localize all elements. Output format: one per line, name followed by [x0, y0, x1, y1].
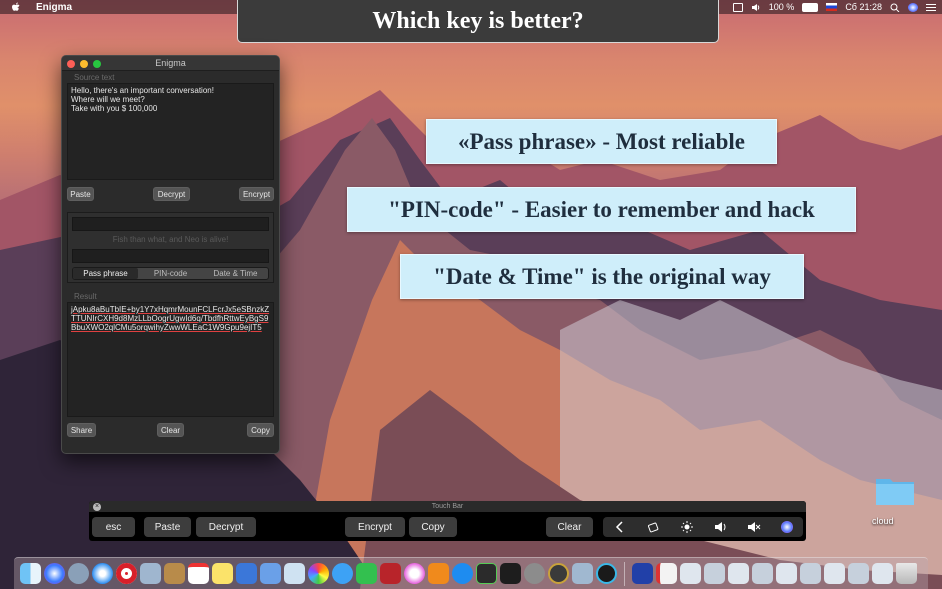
screenshot-file-icon[interactable]: [848, 563, 869, 584]
app-store-icon[interactable]: [452, 563, 473, 584]
touchbar-copy-button[interactable]: Copy: [409, 517, 457, 537]
screenshot-file-icon[interactable]: [872, 563, 893, 584]
touchbar-clear-button[interactable]: Clear: [546, 517, 593, 537]
touchbar-encrypt-button[interactable]: Encrypt: [345, 517, 405, 537]
apple-menu-icon[interactable]: [10, 1, 22, 13]
screenshot-file-icon[interactable]: [680, 563, 701, 584]
source-text-area[interactable]: Hello, there's an important conversation…: [67, 83, 274, 180]
folder-label[interactable]: cloud: [872, 516, 894, 526]
callout-pass-phrase: «Pass phrase» - Most reliable: [426, 119, 777, 164]
activity-monitor-icon[interactable]: [476, 563, 497, 584]
touch-bar-title: Touch Bar: [89, 501, 806, 512]
battery-percent[interactable]: 100 %: [769, 2, 795, 12]
enigma-window: Enigma Source text Hello, there's an imp…: [61, 55, 280, 454]
pass-phrase-input[interactable]: [72, 217, 269, 231]
monitor-icon[interactable]: [632, 563, 653, 584]
opera-icon[interactable]: [116, 563, 137, 584]
siri-icon[interactable]: [908, 2, 918, 12]
brightness-icon[interactable]: [680, 521, 694, 533]
siri-icon[interactable]: [44, 563, 65, 584]
compass-app-icon[interactable]: [548, 563, 569, 584]
callout-pin-code: "PIN-code" - Easier to remember and hack: [347, 187, 856, 232]
airplay-icon[interactable]: [732, 2, 743, 12]
mute-icon[interactable]: [747, 521, 761, 533]
tab-date-time[interactable]: Date & Time: [203, 268, 268, 279]
window-title: Enigma: [155, 58, 186, 68]
tab-pin-code[interactable]: PIN-code: [138, 268, 203, 279]
touch-bar-window: Touch Bar × esc Paste Decrypt Encrypt Co…: [89, 501, 806, 541]
paste-button[interactable]: Paste: [67, 187, 94, 201]
finder-icon[interactable]: [20, 563, 41, 584]
photo-booth-icon[interactable]: [380, 563, 401, 584]
close-icon[interactable]: ×: [93, 503, 101, 511]
encrypt-button[interactable]: Encrypt: [239, 187, 274, 201]
notes-icon[interactable]: [212, 563, 233, 584]
result-ciphertext: jApku8aBuTbIE+by1Y7xHqmrMounFCLFcrJx5eSB…: [71, 305, 270, 332]
headline-text: Which key is better?: [372, 7, 584, 34]
key-panel: Fish than what, and Neo is alive! Pass p…: [67, 212, 274, 283]
touchbar-esc-button[interactable]: esc: [92, 517, 135, 537]
dock-separator: [624, 561, 625, 586]
status-area: 100 % Сб 21:28: [732, 0, 936, 14]
decrypt-button[interactable]: Decrypt: [153, 187, 190, 201]
spotlight-search-icon[interactable]: [890, 3, 900, 12]
dock: [14, 557, 928, 589]
touchbar-paste-button[interactable]: Paste: [144, 517, 191, 537]
screenshot-file-icon[interactable]: [752, 563, 773, 584]
clear-button[interactable]: Clear: [157, 423, 184, 437]
touchbar-control-strip: [603, 517, 803, 537]
xcode-icon[interactable]: [236, 563, 257, 584]
safari-icon[interactable]: [92, 563, 113, 584]
system-preferences-icon[interactable]: [524, 563, 545, 584]
screen-lock-icon[interactable]: [646, 521, 660, 533]
input-source-flag-icon[interactable]: [826, 3, 838, 11]
launchpad-icon[interactable]: [68, 563, 89, 584]
chevron-left-icon[interactable]: [613, 521, 627, 533]
siri-icon[interactable]: [781, 521, 794, 533]
terminal-icon[interactable]: [500, 563, 521, 584]
key-type-segmented-control: Pass phrase PIN-code Date & Time: [72, 267, 269, 280]
key-hint-text: Fish than what, and Neo is alive!: [112, 235, 229, 244]
share-button[interactable]: Share: [67, 423, 96, 437]
result-label: Result: [74, 292, 97, 301]
calendar-icon[interactable]: [188, 563, 209, 584]
notification-center-icon[interactable]: [926, 3, 936, 12]
messages-icon[interactable]: [332, 563, 353, 584]
screenshot-file-icon[interactable]: [728, 563, 749, 584]
itunes-icon[interactable]: [404, 563, 425, 584]
source-text-label: Source text: [74, 73, 115, 82]
screenshot-file-icon[interactable]: [704, 563, 725, 584]
menubar-clock[interactable]: Сб 21:28: [845, 2, 882, 12]
callout-date-time: "Date & Time" is the original way: [400, 254, 804, 299]
callout-text: "Date & Time" is the original way: [433, 263, 771, 289]
window-titlebar[interactable]: Enigma: [62, 56, 279, 71]
ibooks-icon[interactable]: [428, 563, 449, 584]
image-capture-icon[interactable]: [572, 563, 593, 584]
tab-pass-phrase[interactable]: Pass phrase: [73, 268, 138, 279]
trash-icon[interactable]: [896, 563, 917, 584]
screenshot-file-icon[interactable]: [800, 563, 821, 584]
headline-banner: Which key is better?: [237, 0, 719, 43]
screenshot-file-icon[interactable]: [824, 563, 845, 584]
photos-app-icon[interactable]: [284, 563, 305, 584]
screenshot-file-icon[interactable]: [776, 563, 797, 584]
callout-text: "PIN-code" - Easier to remember and hack: [388, 196, 815, 222]
facetime-icon[interactable]: [356, 563, 377, 584]
callout-text: «Pass phrase» - Most reliable: [457, 128, 746, 154]
app-builder-icon[interactable]: [260, 563, 281, 584]
touchbar-decrypt-button[interactable]: Decrypt: [196, 517, 256, 537]
copy-button[interactable]: Copy: [247, 423, 274, 437]
volume-icon[interactable]: [751, 3, 761, 12]
photos-icon[interactable]: [308, 563, 329, 584]
volume-icon[interactable]: [714, 521, 728, 533]
enigma-app-icon[interactable]: [596, 563, 617, 584]
preview-icon[interactable]: [140, 563, 161, 584]
pass-phrase-confirm-input[interactable]: [72, 249, 269, 263]
pdf-document-icon[interactable]: [656, 563, 677, 584]
app-menu-name[interactable]: Enigma: [36, 2, 72, 13]
battery-icon[interactable]: [802, 2, 819, 12]
result-text-area[interactable]: jApku8aBuTbIE+by1Y7xHqmrMounFCLFcrJx5eSB…: [67, 302, 274, 417]
folder-icon[interactable]: [874, 473, 916, 507]
notes-book-icon[interactable]: [164, 563, 185, 584]
